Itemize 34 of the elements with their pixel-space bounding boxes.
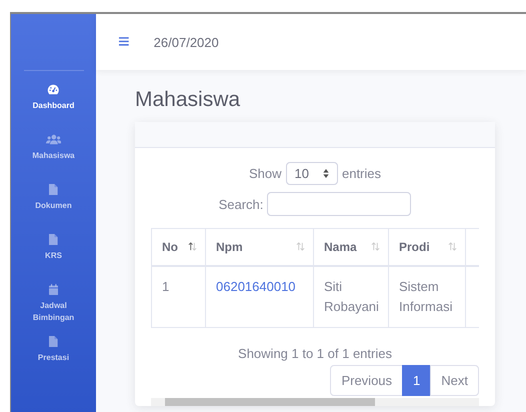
search-field[interactable] [267, 192, 412, 216]
calendar-icon [48, 284, 58, 295]
menu-icon[interactable]: ≡ [118, 30, 130, 54]
file-icon [49, 336, 58, 347]
page-title: Mahasiswa [135, 88, 242, 112]
page-button[interactable]: Next [430, 365, 479, 396]
npm-link[interactable]: 06201640010 [206, 266, 314, 328]
table-cell: 1 [152, 266, 206, 328]
sort-icon [322, 169, 329, 178]
table-info: Showing 1 to 1 of 1 entries [237, 346, 393, 361]
scrollbar[interactable] [151, 398, 479, 406]
column-header[interactable]: Prodi [388, 228, 466, 266]
page-button[interactable]: Previous [330, 365, 404, 396]
column-header[interactable]: Npm [206, 228, 314, 266]
show-label: Show [248, 166, 282, 181]
sidebar-item[interactable]: Dashboard [18, 78, 88, 128]
sidebar-item[interactable]: Dokumen [18, 178, 88, 228]
table-cell: Sistem Informasi [388, 266, 466, 328]
entries-label: entries [342, 166, 382, 181]
sidebar-item[interactable]: Mahasiswa [18, 128, 88, 178]
column-header[interactable]: No [152, 228, 206, 266]
sidebar-item[interactable]: Prestasi [18, 330, 88, 380]
date-text: 26/07/2020 [154, 34, 219, 50]
users-icon [46, 134, 62, 145]
sidebar-item[interactable]: Jadwal Bimbingan [18, 278, 88, 330]
sidebar-item[interactable]: KRS [18, 228, 88, 278]
file-icon [49, 184, 58, 195]
file-icon [49, 234, 58, 245]
table-cell: Siti Robayani [314, 266, 388, 328]
search-label: Search: [218, 196, 264, 212]
page-button[interactable]: 1 [402, 365, 432, 396]
gauge-icon [47, 84, 60, 95]
column-header[interactable]: Nama [314, 228, 388, 266]
page-size-select[interactable]: 10 [286, 162, 338, 185]
